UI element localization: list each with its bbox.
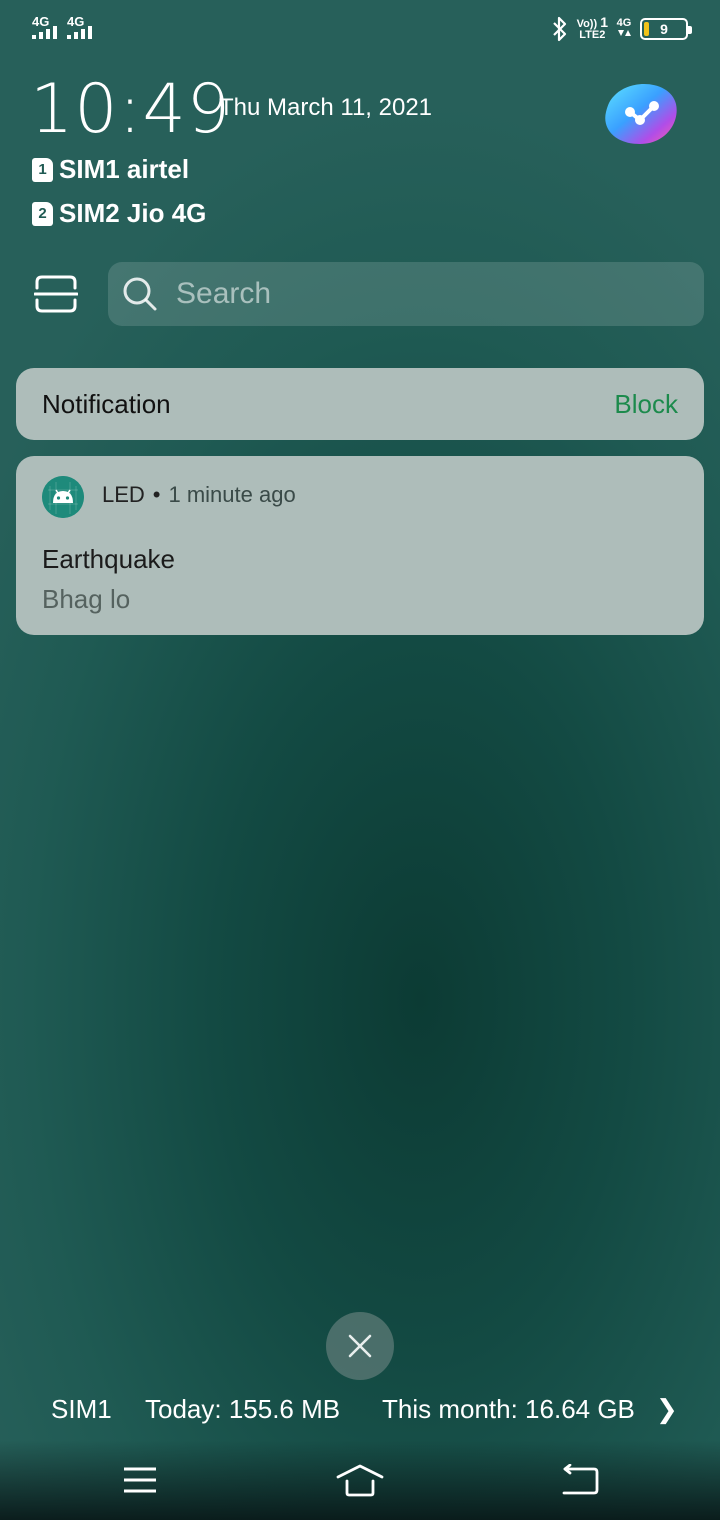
data-usage-month: This month: 16.64 GB (382, 1394, 635, 1424)
battery-icon: 9 (640, 18, 692, 40)
bluetooth-icon (552, 16, 566, 42)
notification-meta: LED • 1 minute ago (102, 482, 296, 508)
notification-title: Earthquake (42, 544, 175, 574)
data-usage-sim: SIM1 (51, 1394, 112, 1424)
home-button[interactable] (330, 1458, 390, 1502)
search-bar[interactable] (108, 262, 704, 326)
status-icons-right: Vo)) 1 LTE2 4G 9 (551, 14, 692, 44)
search-icon (123, 277, 157, 311)
data-network-indicator: 4G (616, 18, 632, 40)
menu-button[interactable] (110, 1458, 170, 1502)
sim1-info: 1 SIM1 airtel (32, 154, 189, 185)
notification-body: Bhag lo (42, 584, 131, 614)
data-usage-today: Today: 155.6 MB (145, 1394, 341, 1424)
sim1-slot-icon: 1 (32, 157, 53, 182)
sim1-label: SIM1 airtel (59, 154, 190, 184)
notification-header: Notification Block (16, 368, 704, 440)
back-icon (562, 1464, 599, 1495)
sim2-info: 2 SIM2 Jio 4G (32, 198, 206, 229)
clock-time[interactable]: 10:49 (30, 70, 231, 149)
jovi-assistant-icon[interactable] (600, 78, 680, 148)
notification-separator: • (152, 482, 161, 507)
sim2-slot-icon: 2 (32, 201, 53, 226)
date-label[interactable]: Thu March 11, 2021 (219, 94, 432, 122)
clear-notifications-button[interactable] (326, 1312, 394, 1380)
status-bar: 4G 4G Vo)) 1 LTE2 4G 9 (0, 0, 720, 56)
notification-app-name: LED (102, 482, 145, 507)
chevron-right-icon[interactable]: ❯ (656, 1394, 678, 1425)
data-usage-bar[interactable]: SIM1 Today: 155.6 MB This month: 16.64 G… (0, 1390, 720, 1430)
block-button[interactable]: Block (614, 389, 678, 420)
notification-card[interactable]: LED • 1 minute ago Earthquake Bhag lo (16, 456, 704, 635)
navigation-bar (0, 1440, 720, 1520)
data-network-label: 4G (616, 17, 632, 29)
sim1-signal-bars-icon (32, 26, 57, 39)
back-button[interactable] (550, 1458, 610, 1502)
sim2-signal-bars-icon (67, 26, 92, 39)
search-input[interactable] (176, 277, 656, 311)
volte-sim-label: 1 (600, 14, 608, 30)
android-icon (42, 476, 84, 518)
notification-header-title: Notification (42, 388, 171, 419)
data-arrows-icon (618, 30, 631, 36)
scan-icon[interactable] (34, 274, 78, 314)
sim2-label: SIM2 Jio 4G (59, 198, 207, 228)
close-icon (348, 1334, 372, 1358)
lte2-label: LTE2 (579, 29, 606, 41)
menu-icon (124, 1467, 156, 1493)
battery-level: 9 (660, 21, 668, 37)
home-icon (336, 1464, 384, 1497)
volte-indicator: Vo)) 1 LTE2 (577, 14, 608, 41)
notification-time: 1 minute ago (168, 482, 296, 507)
